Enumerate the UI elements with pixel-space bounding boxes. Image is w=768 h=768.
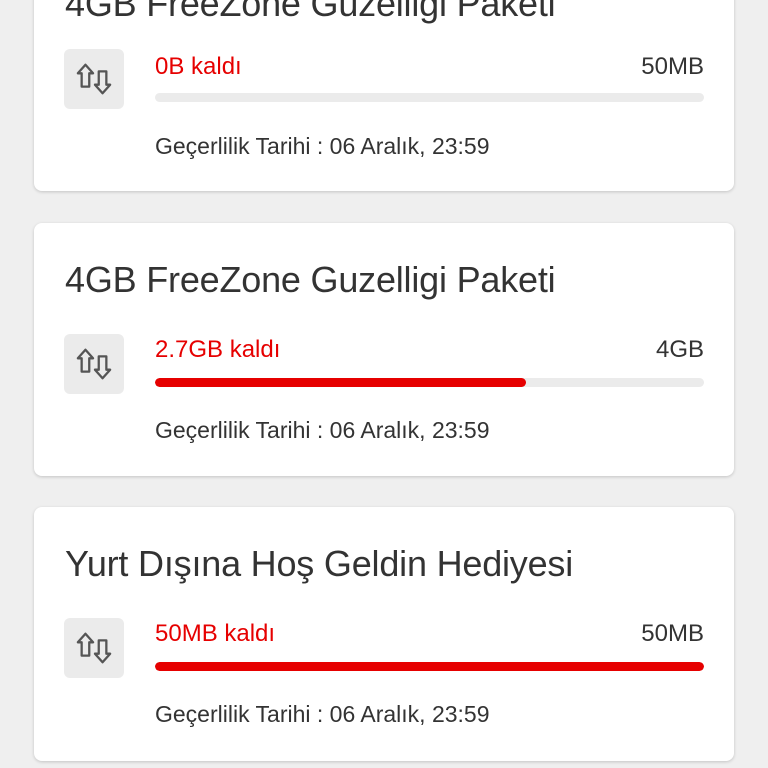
package-title: Yurt Dışına Hoş Geldin Hediyesi [65, 543, 574, 584]
remaining-amount: 0B kaldı [155, 53, 242, 80]
usage-progress-fill [155, 378, 526, 387]
data-transfer-icon [64, 334, 124, 394]
expiry-date: Geçerlilik Tarihi : 06 Aralık, 23:59 [155, 133, 490, 159]
expiry-date: Geçerlilik Tarihi : 06 Aralık, 23:59 [155, 417, 490, 443]
usage-progress-bar [155, 662, 704, 671]
usage-progress-fill [155, 662, 704, 671]
package-card[interactable]: Yurt Dışına Hoş Geldin Hediyesi 50MB kal… [34, 507, 734, 761]
total-amount: 50MB [641, 53, 704, 80]
total-amount: 4GB [655, 336, 704, 363]
usage-progress-bar [155, 93, 704, 102]
package-card[interactable]: 4GB FreeZone Guzelligi Paketi 0B kaldı 5… [34, 0, 734, 191]
expiry-date: Geçerlilik Tarihi : 06 Aralık, 23:59 [155, 701, 490, 727]
data-transfer-icon [64, 49, 124, 109]
data-transfer-icon [64, 618, 124, 678]
package-title: 4GB FreeZone Guzelligi Paketi [65, 259, 556, 300]
package-title: 4GB FreeZone Guzelligi Paketi [65, 0, 556, 24]
package-card[interactable]: 4GB FreeZone Guzelligi Paketi 2.7GB kald… [34, 223, 734, 476]
remaining-amount: 2.7GB kaldı [155, 336, 281, 363]
usage-progress-bar [155, 378, 704, 387]
total-amount: 50MB [641, 620, 704, 647]
remaining-amount: 50MB kaldı [155, 620, 276, 647]
